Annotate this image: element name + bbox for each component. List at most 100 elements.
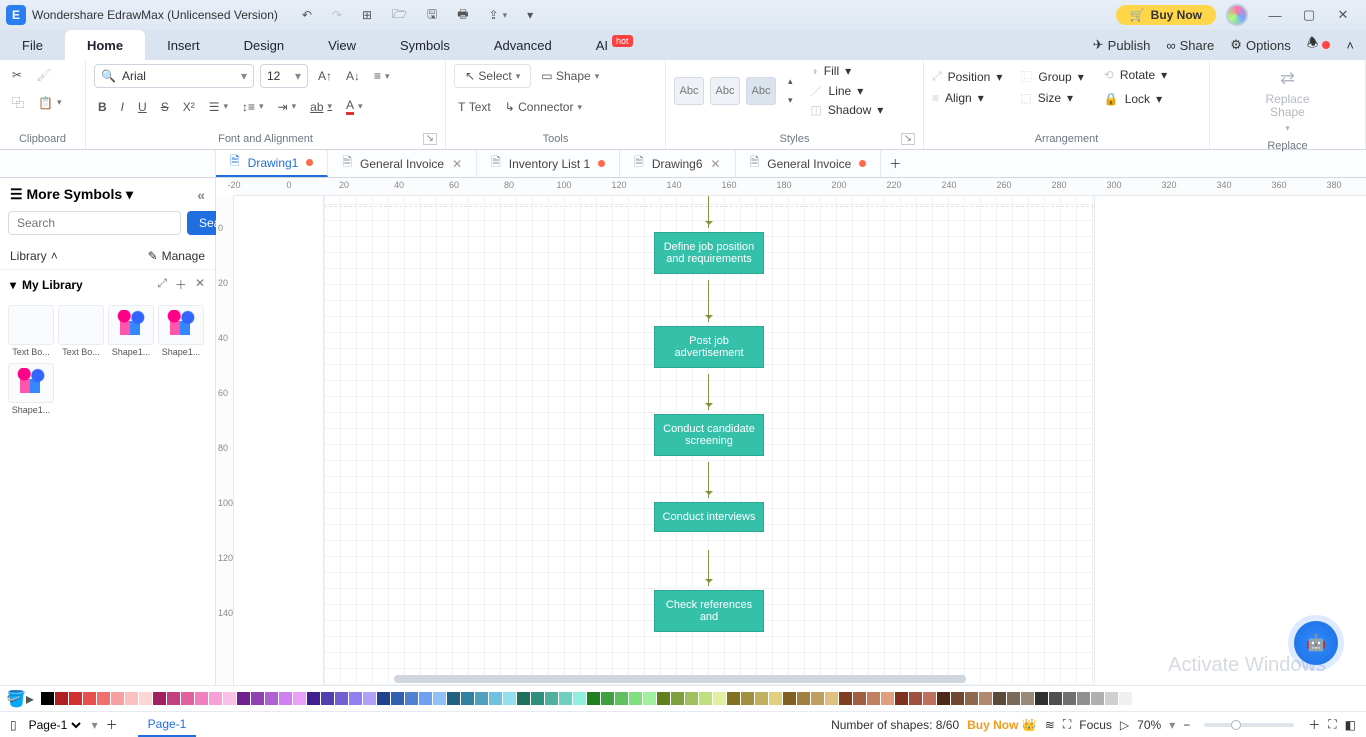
bold-button[interactable]: B — [94, 96, 111, 118]
color-swatch[interactable] — [951, 692, 964, 705]
canvas[interactable]: StartDefine job position and requirement… — [234, 196, 1366, 685]
align-text-dropdown[interactable]: ≡ — [370, 65, 394, 87]
menu-item-symbols[interactable]: Symbols — [378, 30, 472, 60]
library-shape[interactable]: Text Bo... — [8, 305, 54, 357]
color-swatch[interactable] — [643, 692, 656, 705]
assistant-button[interactable]: 🤖 — [1294, 621, 1338, 665]
flow-process-node[interactable]: Conduct candidate screening — [654, 414, 764, 456]
color-swatch[interactable] — [1063, 692, 1076, 705]
color-swatch[interactable] — [839, 692, 852, 705]
color-swatch[interactable] — [1119, 692, 1132, 705]
color-swatch[interactable] — [853, 692, 866, 705]
doc-tab[interactable]: 🗎Inventory List 1 — [477, 150, 620, 177]
color-swatch[interactable] — [1035, 692, 1048, 705]
text-case-dropdown[interactable]: ab — [306, 96, 336, 118]
color-swatch[interactable] — [489, 692, 502, 705]
flow-process-node[interactable]: Post job advertisement — [654, 326, 764, 368]
doc-tab[interactable]: 🗎General Invoice✕ — [328, 150, 477, 177]
color-swatch[interactable] — [237, 692, 250, 705]
horizontal-scrollbar[interactable] — [394, 675, 966, 683]
italic-button[interactable]: I — [117, 96, 128, 118]
shadow-dropdown[interactable]: ◫Shadow ▾ — [811, 103, 884, 117]
color-swatch[interactable] — [1105, 692, 1118, 705]
flow-arrow[interactable] — [708, 462, 709, 498]
color-swatch[interactable] — [377, 692, 390, 705]
close-tab-button[interactable]: ✕ — [452, 157, 462, 171]
color-swatch[interactable] — [223, 692, 236, 705]
color-swatch[interactable] — [769, 692, 782, 705]
styles-dialog-launcher[interactable]: ↘ — [901, 133, 915, 145]
underline-button[interactable]: U — [134, 96, 151, 118]
save-button[interactable]: 🖫 — [423, 1, 441, 30]
color-swatch[interactable] — [181, 692, 194, 705]
color-swatch[interactable] — [727, 692, 740, 705]
color-swatch[interactable] — [657, 692, 670, 705]
minimize-button[interactable]: — — [1258, 8, 1292, 23]
bullets-dropdown[interactable]: ☰ — [205, 96, 232, 118]
collapse-panel-button[interactable]: « — [197, 187, 205, 203]
color-swatch[interactable] — [699, 692, 712, 705]
color-swatch[interactable] — [41, 692, 54, 705]
flow-arrow[interactable] — [708, 280, 709, 322]
notifications-button[interactable]: 🕭 — [1307, 34, 1331, 56]
font-name-selector[interactable]: 🔍Arial▾ — [94, 64, 254, 88]
color-swatch[interactable] — [559, 692, 572, 705]
menu-item-advanced[interactable]: Advanced — [472, 30, 574, 60]
position-dropdown[interactable]: ⤢Position▾ — [932, 68, 1002, 85]
connector-tool-dropdown[interactable]: ↳ Connector — [501, 96, 586, 118]
page[interactable]: StartDefine job position and requirement… — [324, 196, 1094, 685]
maximize-button[interactable]: ▢ — [1292, 7, 1326, 23]
cut-button[interactable]: ✂ — [8, 64, 26, 86]
color-swatch[interactable] — [503, 692, 516, 705]
line-dropdown[interactable]: ／Line ▾ — [811, 82, 884, 99]
select-tool-dropdown[interactable]: ↖ Select — [454, 64, 531, 88]
color-swatch[interactable] — [69, 692, 82, 705]
color-swatch[interactable] — [195, 692, 208, 705]
fit-icon[interactable]: ⛶ — [1063, 717, 1071, 732]
color-swatch[interactable] — [825, 692, 838, 705]
redo-button[interactable]: ↷ — [328, 1, 346, 30]
library-shape[interactable]: Text Bo... — [58, 305, 104, 357]
manage-link[interactable]: ✎ Manage — [148, 249, 205, 263]
print-button[interactable]: 🖶 — [453, 1, 472, 30]
flow-process-node[interactable]: Conduct interviews — [654, 502, 764, 532]
color-swatch[interactable] — [447, 692, 460, 705]
color-swatch[interactable] — [895, 692, 908, 705]
buy-now-button[interactable]: 🛒 Buy Now — [1116, 5, 1216, 25]
color-swatch[interactable] — [293, 692, 306, 705]
color-swatch[interactable] — [153, 692, 166, 705]
publish-button[interactable]: ✈Publish — [1093, 37, 1151, 53]
color-swatch[interactable] — [391, 692, 404, 705]
add-page-button[interactable]: ＋ — [106, 716, 118, 733]
color-swatch[interactable] — [601, 692, 614, 705]
focus-button[interactable]: Focus — [1079, 718, 1112, 732]
color-swatch[interactable] — [1049, 692, 1062, 705]
library-shape[interactable]: Shape1... — [8, 363, 54, 415]
color-swatch[interactable] — [349, 692, 362, 705]
flow-process-node[interactable]: Define job position and requirements — [654, 232, 764, 274]
color-swatch[interactable] — [1133, 692, 1146, 705]
library-shape[interactable]: Shape1... — [158, 305, 204, 357]
zoom-level[interactable]: 70% — [1137, 718, 1161, 732]
page-tab[interactable]: Page-1 — [138, 713, 197, 737]
layers-icon[interactable]: ≋ — [1045, 718, 1055, 732]
superscript-button[interactable]: X² — [179, 96, 199, 118]
color-swatch[interactable] — [363, 692, 376, 705]
color-swatch[interactable] — [909, 692, 922, 705]
style-scroll-down[interactable]: ▾ — [784, 91, 797, 110]
menu-item-ai[interactable]: AIhot — [574, 30, 655, 60]
font-dialog-launcher[interactable]: ↘ — [423, 133, 437, 145]
font-color-dropdown[interactable]: A — [342, 94, 367, 119]
style-preset-1[interactable]: Abc — [674, 77, 704, 105]
more-symbols-dropdown[interactable]: ☰ More Symbols ▾ — [10, 186, 133, 203]
color-swatch[interactable] — [265, 692, 278, 705]
new-button[interactable]: ⊞ — [358, 1, 376, 30]
color-swatch[interactable] — [1091, 692, 1104, 705]
color-swatch[interactable] — [741, 692, 754, 705]
color-swatch[interactable] — [993, 692, 1006, 705]
font-size-selector[interactable]: 12▾ — [260, 64, 308, 88]
color-swatch[interactable] — [419, 692, 432, 705]
panels-icon[interactable]: ◧ — [1345, 718, 1356, 732]
flow-arrow[interactable] — [708, 196, 709, 228]
undo-button[interactable]: ↶ — [298, 1, 316, 30]
